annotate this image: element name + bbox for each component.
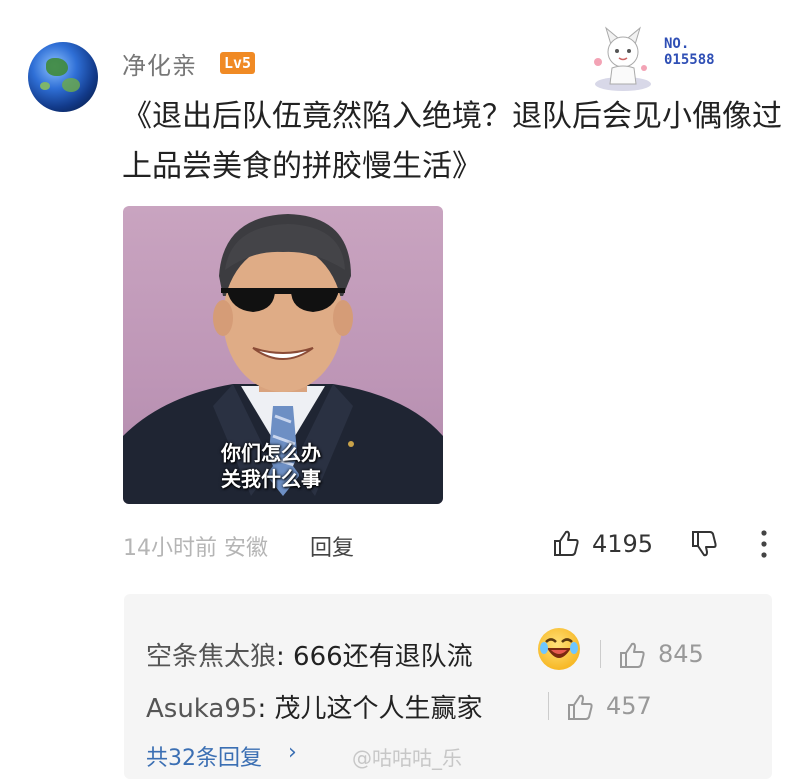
- reply-author[interactable]: Asuka95: [146, 694, 257, 724]
- reply-button[interactable]: 回复: [310, 530, 354, 562]
- comment-text: 《退出后队伍竟然陷入绝境？退队后会见小偶像过上品尝美食的拼胶慢生活》: [122, 99, 782, 184]
- view-more-replies-link[interactable]: 共32条回复: [146, 740, 262, 772]
- avatar-globe-land: [46, 58, 68, 76]
- reply-item[interactable]: Asuka95: 茂儿这个人生赢家: [146, 688, 482, 725]
- thumb-down-icon[interactable]: [690, 530, 718, 558]
- reply-author[interactable]: 空条焦太狼: [146, 642, 276, 672]
- thumb-up-icon[interactable]: [618, 641, 646, 669]
- reply-like-count: 457: [606, 692, 652, 720]
- chevron-right-icon[interactable]: ›: [288, 740, 297, 765]
- comment-time-location: 14小时前 安徽: [123, 536, 268, 561]
- comment-username[interactable]: 净化亲: [122, 46, 197, 81]
- reply-like-count: 845: [658, 640, 704, 668]
- like-count: 4195: [592, 530, 654, 558]
- user-avatar[interactable]: [28, 42, 98, 112]
- reply-item[interactable]: 空条焦太狼: 666还有退队流: [146, 636, 473, 673]
- level-badge: Lv5: [220, 52, 256, 74]
- reply-text: 666还有退队流: [293, 642, 473, 672]
- divider: [548, 692, 549, 720]
- divider: [600, 640, 601, 668]
- thumb-up-icon[interactable]: [566, 693, 594, 721]
- avatar-globe-land: [40, 82, 50, 90]
- comment-image[interactable]: 你们怎么办 关我什么事: [123, 206, 443, 504]
- fan-badge-number: NO. 015588: [664, 36, 715, 68]
- image-caption: 你们怎么办 关我什么事: [221, 441, 321, 491]
- thumb-up-icon[interactable]: [552, 529, 580, 557]
- laughing-emoji-icon: [538, 628, 580, 670]
- watermark: @咕咕咕_乐: [352, 746, 462, 770]
- avatar-globe-land: [62, 78, 80, 92]
- more-vertical-icon[interactable]: [758, 528, 770, 560]
- fan-badge-icon: [586, 18, 660, 98]
- reply-text: 茂儿这个人生赢家: [274, 694, 483, 724]
